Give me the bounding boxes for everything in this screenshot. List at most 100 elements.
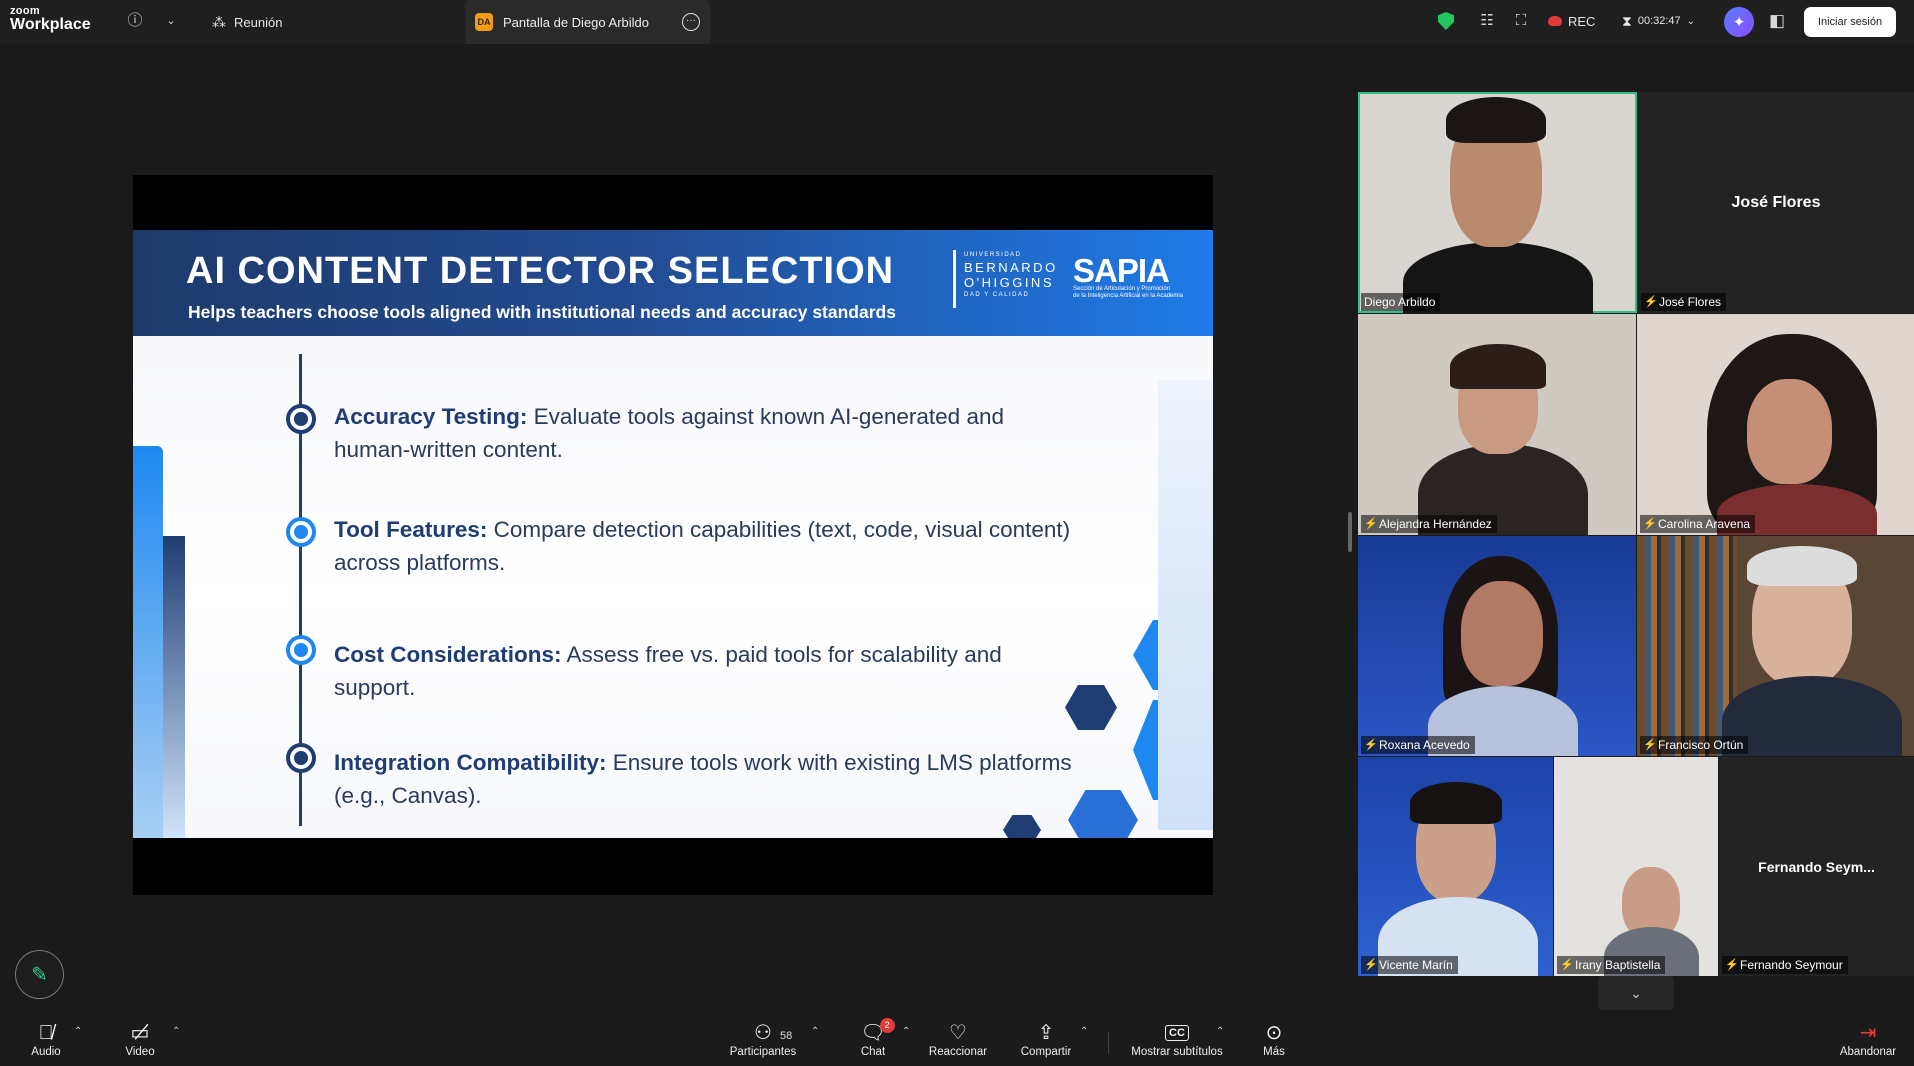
cc-icon: CC	[1165, 1020, 1189, 1046]
more-icon: ⊙	[1265, 1022, 1283, 1044]
participant-name: ⚡ Francisco Ortún	[1640, 736, 1749, 754]
participant-name-label: Vicente Marín	[1379, 958, 1453, 972]
chevron-down-icon[interactable]: ⌄	[160, 10, 182, 32]
video-tile[interactable]: Fernando Seym... ⚡ Fernando Seymour	[1719, 757, 1914, 976]
ubo-logo-line1: UNIVERSIDAD	[964, 252, 1022, 258]
record-status[interactable]: REC	[1548, 8, 1595, 34]
mic-muted-icon: ⚡	[1644, 295, 1658, 308]
chat-label: Chat	[860, 1046, 886, 1058]
ubo-logo: UNIVERSIDAD BERNARDO O'HIGGINS DAD Y CAL…	[953, 250, 1058, 308]
chevron-up-icon[interactable]: ⌃	[811, 1026, 819, 1037]
timer-value: 00:32:47	[1637, 15, 1681, 27]
video-tile[interactable]: Diego Arbildo	[1358, 92, 1637, 313]
video-tile[interactable]: ⚡ Carolina Aravena	[1637, 314, 1914, 535]
audio-label: Audio	[31, 1046, 61, 1058]
participant-name-label: Alejandra Hernández	[1379, 517, 1492, 531]
sapia-logo-text: SAPIA	[1073, 252, 1170, 289]
notes-icon[interactable]: ☷	[1476, 10, 1498, 32]
mic-muted-icon: ⚡	[1364, 958, 1378, 971]
slide-title: AI CONTENT DETECTOR SELECTION	[186, 250, 895, 292]
chevron-up-icon[interactable]: ⌃	[74, 1026, 82, 1037]
decorative-bar	[133, 446, 163, 838]
person-head	[1461, 581, 1543, 686]
chat-badge: 2	[879, 1018, 895, 1033]
login-button[interactable]: Iniciar sesión	[1804, 7, 1896, 37]
participant-display-name: Fernando Seym...	[1758, 858, 1875, 875]
chat-button[interactable]: 🗨 2 Chat	[833, 1018, 913, 1064]
panel-icon[interactable]: ◧	[1766, 10, 1788, 32]
person-hair	[1410, 782, 1502, 824]
participants-icon: ⁂	[212, 13, 226, 30]
participant-name: ⚡ José Flores	[1641, 293, 1727, 311]
slide-item-features: Tool Features: Compare detection capabil…	[334, 513, 1074, 579]
participants-button[interactable]: ⚇ 58 Participantes	[723, 1020, 803, 1064]
chevron-up-icon[interactable]: ⌃	[1216, 1026, 1224, 1037]
video-button[interactable]: ▭̸ Video	[100, 1020, 180, 1064]
participant-name: ⚡ Alejandra Hernández	[1361, 515, 1497, 533]
chevron-up-icon[interactable]: ⌃	[1080, 1026, 1088, 1037]
video-off-icon: ▭̸	[130, 1022, 150, 1044]
pencil-icon[interactable]: ✎	[15, 950, 64, 999]
sapia-logo: SAPIA Sección de Articulación y Promoció…	[1073, 254, 1183, 300]
share-button[interactable]: ⇪ Compartir	[1006, 1020, 1086, 1064]
chevron-down-icon[interactable]: ⌄	[1598, 976, 1674, 1010]
ubo-logo-line4: DAD Y CALIDAD	[964, 292, 1030, 298]
participant-name: ⚡ Carolina Aravena	[1640, 515, 1756, 533]
participants-icon: ⚇ 58	[754, 1020, 792, 1046]
video-tile[interactable]: ⚡ Alejandra Hernández	[1358, 314, 1636, 535]
cc-icon-label: CC	[1165, 1025, 1189, 1041]
video-tile[interactable]: ⚡ Francisco Ortún	[1637, 536, 1914, 756]
more-icon[interactable]: ···	[682, 13, 700, 31]
captions-label: Mostrar subtítulos	[1131, 1046, 1223, 1058]
slide-item-label: Accuracy Testing:	[334, 404, 528, 429]
share-tab-avatar: DA	[475, 13, 493, 31]
slide-item-integration: Integration Compatibility: Ensure tools …	[334, 746, 1074, 812]
leave-button[interactable]: ⇥ Abandonar	[1826, 1020, 1910, 1064]
participant-name-label: José Flores	[1659, 295, 1722, 309]
video-tile[interactable]: ⚡ Irany Baptistella	[1554, 757, 1718, 976]
mic-muted-icon: ⚡	[1725, 958, 1739, 971]
participants-count: 58	[780, 1030, 793, 1042]
video-tile[interactable]: ⚡ Roxana Acevedo	[1358, 536, 1636, 756]
tab-meeting[interactable]: ⁂ Reunión	[212, 10, 282, 34]
video-tile[interactable]: ⚡ Vicente Marín	[1358, 757, 1553, 976]
person-hair	[1450, 344, 1546, 389]
layout-icon[interactable]: ⛶	[1510, 10, 1532, 32]
more-button[interactable]: ⊙ Más	[1234, 1020, 1314, 1064]
brand-big: Workplace	[10, 16, 91, 33]
ai-companion-icon[interactable]: ✦	[1724, 7, 1754, 37]
tab-screen-share[interactable]: DA Pantalla de Diego Arbildo ···	[465, 0, 710, 44]
timeline-dot	[286, 404, 316, 434]
participant-name: ⚡ Fernando Seymour	[1722, 956, 1848, 974]
chevron-up-icon[interactable]: ⌃	[902, 1026, 910, 1037]
react-label: Reaccionar	[928, 1046, 988, 1058]
participant-display-name: José Flores	[1731, 193, 1821, 211]
chat-icon: 🗨 2	[860, 1018, 895, 1046]
mic-muted-icon: ⚡	[1643, 738, 1657, 751]
meeting-toolbar: 🎙̸ Audio ⌃ ▭̸ Video ⌃ ⚇ 58 Participantes …	[0, 1014, 1914, 1066]
slide-item-accuracy: Accuracy Testing: Evaluate tools against…	[334, 400, 1074, 466]
decorative-panel	[1158, 380, 1213, 830]
participant-name: ⚡ Vicente Marín	[1361, 956, 1458, 974]
participant-name-label: Diego Arbildo	[1364, 295, 1436, 309]
shared-screen: AI CONTENT DETECTOR SELECTION Helps teac…	[133, 175, 1213, 895]
slide: AI CONTENT DETECTOR SELECTION Helps teac…	[133, 230, 1213, 838]
share-label: Compartir	[1020, 1046, 1072, 1058]
participant-name-label: Carolina Aravena	[1658, 517, 1751, 531]
participant-name-label: Francisco Ortún	[1658, 738, 1744, 752]
slide-item-label: Tool Features:	[334, 517, 488, 542]
react-button[interactable]: ♡ Reaccionar	[918, 1020, 998, 1064]
security-button[interactable]	[1438, 8, 1454, 34]
video-tile[interactable]: José Flores ⚡ José Flores	[1638, 92, 1914, 313]
ubo-logo-line3: O'HIGGINS	[964, 275, 1054, 290]
resize-handle[interactable]	[1348, 512, 1352, 552]
ubo-logo-line2: BERNARDO	[964, 260, 1058, 275]
chevron-up-icon[interactable]: ⌃	[172, 1026, 180, 1037]
timer-icon: ⧗	[1622, 12, 1632, 29]
slide-header: AI CONTENT DETECTOR SELECTION Helps teac…	[133, 230, 1213, 336]
participant-name: ⚡ Irany Baptistella	[1557, 956, 1666, 974]
participant-name: Diego Arbildo	[1361, 293, 1441, 311]
decorative-bar	[163, 536, 185, 838]
meeting-timer[interactable]: ⧗ 00:32:47 ⌄	[1622, 8, 1695, 34]
info-icon[interactable]: ⓘ	[124, 10, 146, 32]
